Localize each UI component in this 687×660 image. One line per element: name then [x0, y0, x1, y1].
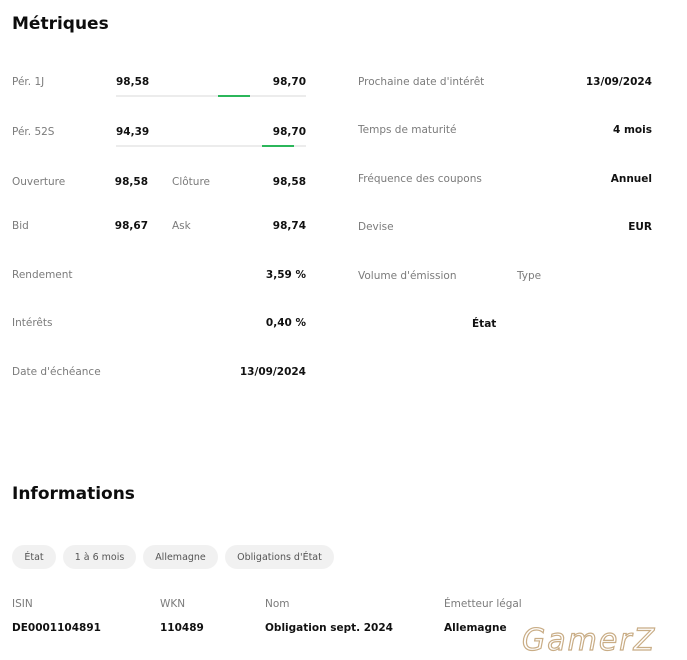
tag-chip-duration[interactable]: 1 à 6 mois [63, 545, 136, 569]
isin-value: DE0001104891 [12, 622, 101, 634]
bid-label: Bid [12, 220, 29, 232]
currency-value: EUR [628, 221, 652, 233]
coupon-frequency-label: Fréquence des coupons [358, 173, 482, 185]
info-title: Informations [12, 484, 135, 504]
bid-value: 98,67 [114, 220, 148, 232]
range-52w-indicator [261, 145, 294, 147]
tag-chip-country[interactable]: Allemagne [143, 545, 218, 569]
range-1d-indicator [217, 95, 250, 97]
tag-chip-bond-type[interactable]: Obligations d'État [225, 545, 334, 569]
next-interest-date-label: Prochaine date d'intérêt [358, 76, 485, 88]
range-1d-track [116, 95, 306, 97]
time-to-maturity-label: Temps de maturité [358, 124, 457, 136]
wkn-value: 110489 [160, 622, 204, 634]
range-52w-low: 94,39 [116, 126, 150, 138]
currency-label: Devise [358, 221, 394, 233]
metrics-title: Métriques [12, 14, 109, 34]
ask-value: 98,74 [272, 220, 306, 232]
issuer-value: Allemagne [444, 622, 507, 634]
range-52w-label: Pér. 52S [12, 126, 55, 138]
next-interest-date-value: 13/09/2024 [585, 76, 652, 88]
time-to-maturity-value: 4 mois [613, 124, 652, 136]
maturity-date-value: 13/09/2024 [239, 366, 306, 378]
range-52w-track [116, 145, 306, 147]
type-label: Type [517, 270, 542, 282]
open-value: 98,58 [114, 176, 148, 188]
range-1d-low: 98,58 [116, 76, 150, 88]
issue-volume-label: Volume d'émission [358, 270, 457, 282]
interest-value: 0,40 % [265, 317, 306, 329]
ask-label: Ask [172, 220, 191, 232]
watermark-text: GamerZ [522, 623, 656, 658]
name-value: Obligation sept. 2024 [265, 622, 393, 634]
wkn-label: WKN [160, 598, 186, 610]
type-value: État [472, 318, 497, 330]
range-1d-high: 98,70 [272, 76, 306, 88]
name-label: Nom [265, 598, 290, 610]
coupon-frequency-value: Annuel [610, 173, 652, 185]
open-label: Ouverture [12, 176, 66, 188]
range-52w-high: 98,70 [272, 126, 306, 138]
yield-value: 3,59 % [265, 269, 306, 281]
close-label: Clôture [172, 176, 210, 188]
tag-chip-state[interactable]: État [12, 545, 56, 569]
maturity-date-label: Date d'échéance [12, 366, 101, 378]
interest-label: Intérêts [12, 317, 53, 329]
isin-label: ISIN [12, 598, 33, 610]
issuer-label: Émetteur légal [444, 598, 522, 610]
range-1d-label: Pér. 1J [12, 76, 45, 88]
close-value: 98,58 [272, 176, 306, 188]
yield-label: Rendement [12, 269, 73, 281]
watermark-logo: GamerZ [521, 622, 656, 658]
